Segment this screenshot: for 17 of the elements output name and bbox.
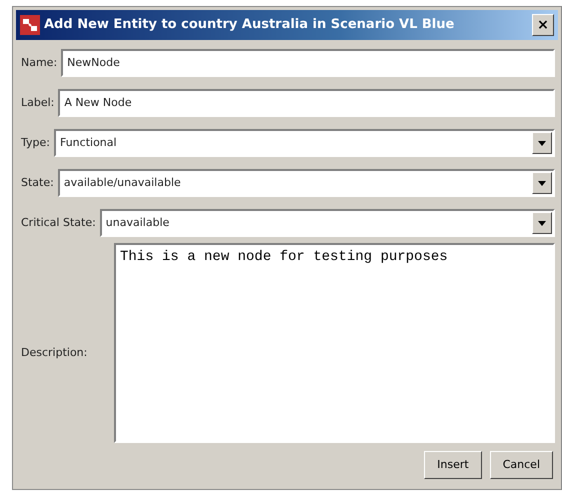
field-label: Name: — [21, 54, 58, 71]
dialog-button[interactable]: Cancel — [490, 451, 553, 479]
text-field[interactable]: A New Node — [58, 89, 555, 117]
dialog-button[interactable]: Insert — [424, 451, 482, 479]
close-button[interactable]: × — [532, 14, 554, 36]
dropdown[interactable]: unavailable — [100, 209, 555, 237]
description-label: Description: — [21, 345, 88, 361]
description-field[interactable]: This is a new node for testing purposes — [114, 243, 555, 443]
field-label: Type: — [21, 134, 50, 151]
field-label: State: — [21, 174, 54, 191]
window-title: Add New Entity to country Australia in Scenario VL Blue — [44, 16, 456, 34]
field-label: Critical State: — [21, 214, 96, 231]
field-label: Label: — [21, 94, 54, 111]
text-field[interactable]: NewNode — [61, 49, 555, 77]
dropdown[interactable]: Functional — [54, 129, 555, 157]
app-icon — [20, 15, 40, 35]
dropdown[interactable]: available/unavailable — [58, 169, 555, 197]
